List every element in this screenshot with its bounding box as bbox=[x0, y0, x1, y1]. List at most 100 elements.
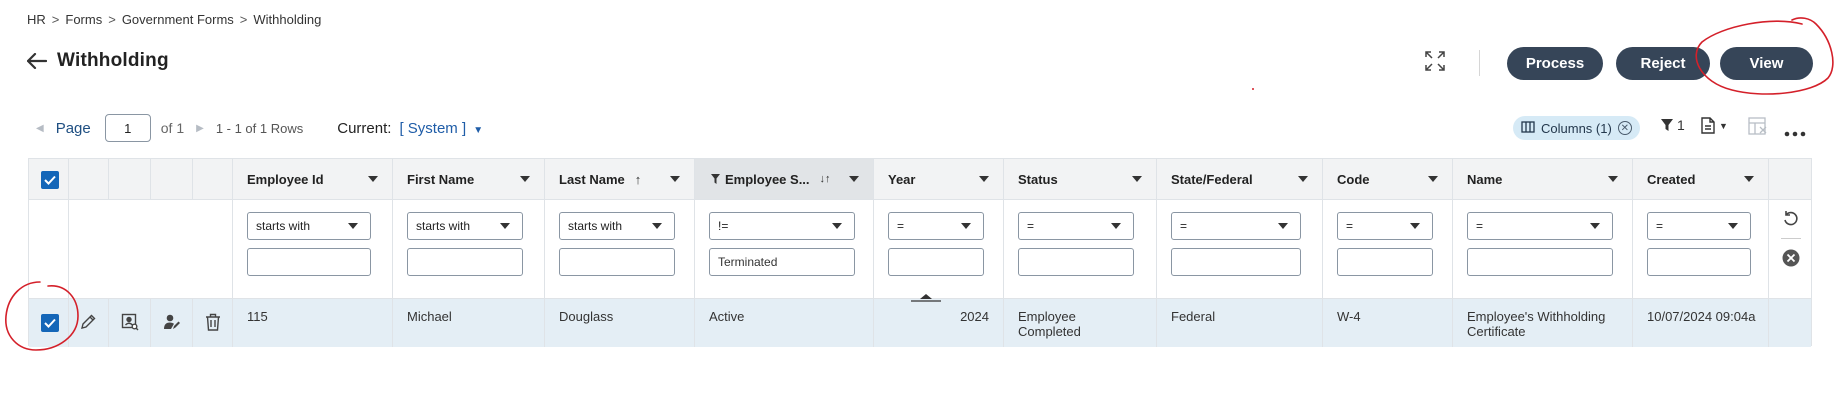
filter-value-input[interactable] bbox=[888, 248, 984, 276]
next-page-icon[interactable]: ▶ bbox=[196, 123, 204, 134]
col-header-created[interactable]: Created bbox=[1633, 159, 1769, 199]
filter-value-input[interactable] bbox=[559, 248, 675, 276]
filter-value-input[interactable] bbox=[1018, 248, 1134, 276]
process-button[interactable]: Process bbox=[1507, 47, 1603, 80]
chevron-down-icon bbox=[832, 223, 842, 229]
cell-first-name: Michael bbox=[393, 299, 545, 347]
current-view-label: Current: bbox=[337, 119, 392, 137]
view-button[interactable]: View bbox=[1720, 47, 1813, 80]
col-header-last-name[interactable]: Last Name ↑ bbox=[545, 159, 695, 199]
chevron-down-icon[interactable] bbox=[1608, 176, 1618, 182]
view-selector-label: [ System ] bbox=[399, 119, 467, 137]
select-all-checkbox[interactable] bbox=[41, 171, 59, 189]
breadcrumb-separator: > bbox=[239, 12, 248, 27]
operator-label: = bbox=[1656, 219, 1664, 233]
filter-operator-select[interactable]: = bbox=[1647, 212, 1751, 240]
operator-label: = bbox=[897, 219, 905, 233]
pager: ◀ Page of 1 ▶ 1 - 1 of 1 Rows Current: [… bbox=[36, 113, 483, 143]
columns-chip-label: Columns (1) bbox=[1541, 120, 1612, 136]
col-header-name[interactable]: Name bbox=[1453, 159, 1633, 199]
filter-operator-select[interactable]: = bbox=[1018, 212, 1134, 240]
edit-icon[interactable] bbox=[79, 313, 97, 336]
back-arrow-icon[interactable] bbox=[27, 53, 47, 69]
cell-code: W-4 bbox=[1323, 299, 1453, 347]
chevron-down-icon[interactable] bbox=[670, 176, 680, 182]
chevron-down-icon[interactable] bbox=[1132, 176, 1142, 182]
col-header-first-name[interactable]: First Name bbox=[393, 159, 545, 199]
col-header-label: Status bbox=[1018, 171, 1058, 187]
chevron-down-icon[interactable] bbox=[520, 176, 530, 182]
filter-value-input[interactable] bbox=[1337, 248, 1433, 276]
chevron-down-icon: ▼ bbox=[1719, 120, 1728, 131]
filter-value-input[interactable]: Terminated bbox=[709, 248, 855, 276]
page-number-input[interactable] bbox=[104, 114, 151, 142]
column-layout-icon[interactable] bbox=[1748, 117, 1768, 140]
filter-value-input[interactable] bbox=[1171, 248, 1301, 276]
more-icon[interactable] bbox=[1784, 124, 1806, 142]
breadcrumb-forms[interactable]: Forms bbox=[65, 12, 102, 27]
col-header-state-federal[interactable]: State/Federal bbox=[1157, 159, 1323, 199]
breadcrumb: HR > Forms > Government Forms > Withhold… bbox=[27, 12, 321, 27]
view-selector[interactable]: [ System ] ▼ bbox=[399, 120, 483, 137]
filter-operator-select[interactable]: starts with bbox=[247, 212, 371, 240]
export-menu[interactable]: ▼ bbox=[1701, 117, 1728, 134]
operator-label: = bbox=[1027, 219, 1035, 233]
filter-value-input[interactable] bbox=[247, 248, 371, 276]
filter-operator-select[interactable]: = bbox=[1337, 212, 1433, 240]
filter-state-federal: = bbox=[1157, 200, 1323, 298]
filter-operator-select[interactable]: != bbox=[709, 212, 855, 240]
col-header-code[interactable]: Code bbox=[1323, 159, 1453, 199]
row-trailing-cell bbox=[1769, 299, 1813, 347]
filter-operator-select[interactable]: = bbox=[1171, 212, 1301, 240]
filter-operator-select[interactable]: = bbox=[1467, 212, 1613, 240]
filter-actions-divider bbox=[1781, 238, 1801, 239]
row-select-checkbox[interactable] bbox=[41, 314, 59, 332]
filter-value-input[interactable] bbox=[1467, 248, 1613, 276]
chevron-down-icon[interactable] bbox=[1298, 176, 1308, 182]
expand-icon[interactable] bbox=[1424, 50, 1446, 77]
delete-icon[interactable] bbox=[205, 313, 221, 336]
reset-icon[interactable] bbox=[1782, 210, 1800, 233]
col-header-employee-id[interactable]: Employee Id bbox=[233, 159, 393, 199]
operator-label: = bbox=[1346, 219, 1354, 233]
close-icon[interactable]: ✕ bbox=[1617, 121, 1632, 135]
chevron-down-icon[interactable] bbox=[849, 176, 859, 182]
column-resize-handle[interactable] bbox=[911, 289, 941, 307]
col-header-label: Last Name bbox=[559, 171, 625, 187]
chevron-down-icon[interactable] bbox=[979, 176, 989, 182]
filter-value-input[interactable] bbox=[1647, 248, 1751, 276]
view-details-icon[interactable] bbox=[121, 313, 139, 336]
col-header-employee-status[interactable]: Employee S... ↓↑ bbox=[695, 159, 874, 199]
chevron-down-icon[interactable] bbox=[368, 176, 378, 182]
page-title: Withholding bbox=[57, 50, 169, 71]
prev-page-icon[interactable]: ◀ bbox=[36, 123, 44, 134]
cell-created: 10/07/2024 09:04a bbox=[1633, 299, 1769, 347]
chevron-down-icon[interactable] bbox=[1428, 176, 1438, 182]
header-spacer bbox=[69, 159, 109, 199]
filter-spacer bbox=[69, 200, 233, 298]
col-header-status[interactable]: Status bbox=[1004, 159, 1157, 199]
filter-operator-select[interactable]: starts with bbox=[407, 212, 523, 240]
chevron-down-icon bbox=[1278, 223, 1288, 229]
assign-user-icon[interactable] bbox=[163, 313, 181, 336]
reject-button[interactable]: Reject bbox=[1616, 47, 1710, 80]
filter-value-input[interactable] bbox=[407, 248, 523, 276]
chevron-down-icon bbox=[961, 223, 971, 229]
breadcrumb-government-forms[interactable]: Government Forms bbox=[122, 12, 234, 27]
header-spacer bbox=[151, 159, 193, 199]
cell-last-name: Douglass bbox=[545, 299, 695, 347]
chevron-down-icon bbox=[652, 223, 662, 229]
chevron-down-icon bbox=[500, 223, 510, 229]
filter-toggle[interactable]: 1 bbox=[1660, 117, 1685, 133]
chevron-down-icon[interactable] bbox=[1744, 176, 1754, 182]
operator-label: = bbox=[1180, 219, 1188, 233]
filter-operator-select[interactable]: = bbox=[888, 212, 984, 240]
columns-chip[interactable]: Columns (1) ✕ bbox=[1513, 116, 1640, 140]
col-header-year[interactable]: Year bbox=[874, 159, 1004, 199]
breadcrumb-hr[interactable]: HR bbox=[27, 12, 46, 27]
clear-filter-icon[interactable] bbox=[1782, 249, 1800, 272]
chevron-down-icon: ▼ bbox=[473, 124, 484, 136]
operator-label: starts with bbox=[416, 219, 471, 233]
filter-employee-status: != Terminated bbox=[695, 200, 874, 298]
filter-operator-select[interactable]: starts with bbox=[559, 212, 675, 240]
